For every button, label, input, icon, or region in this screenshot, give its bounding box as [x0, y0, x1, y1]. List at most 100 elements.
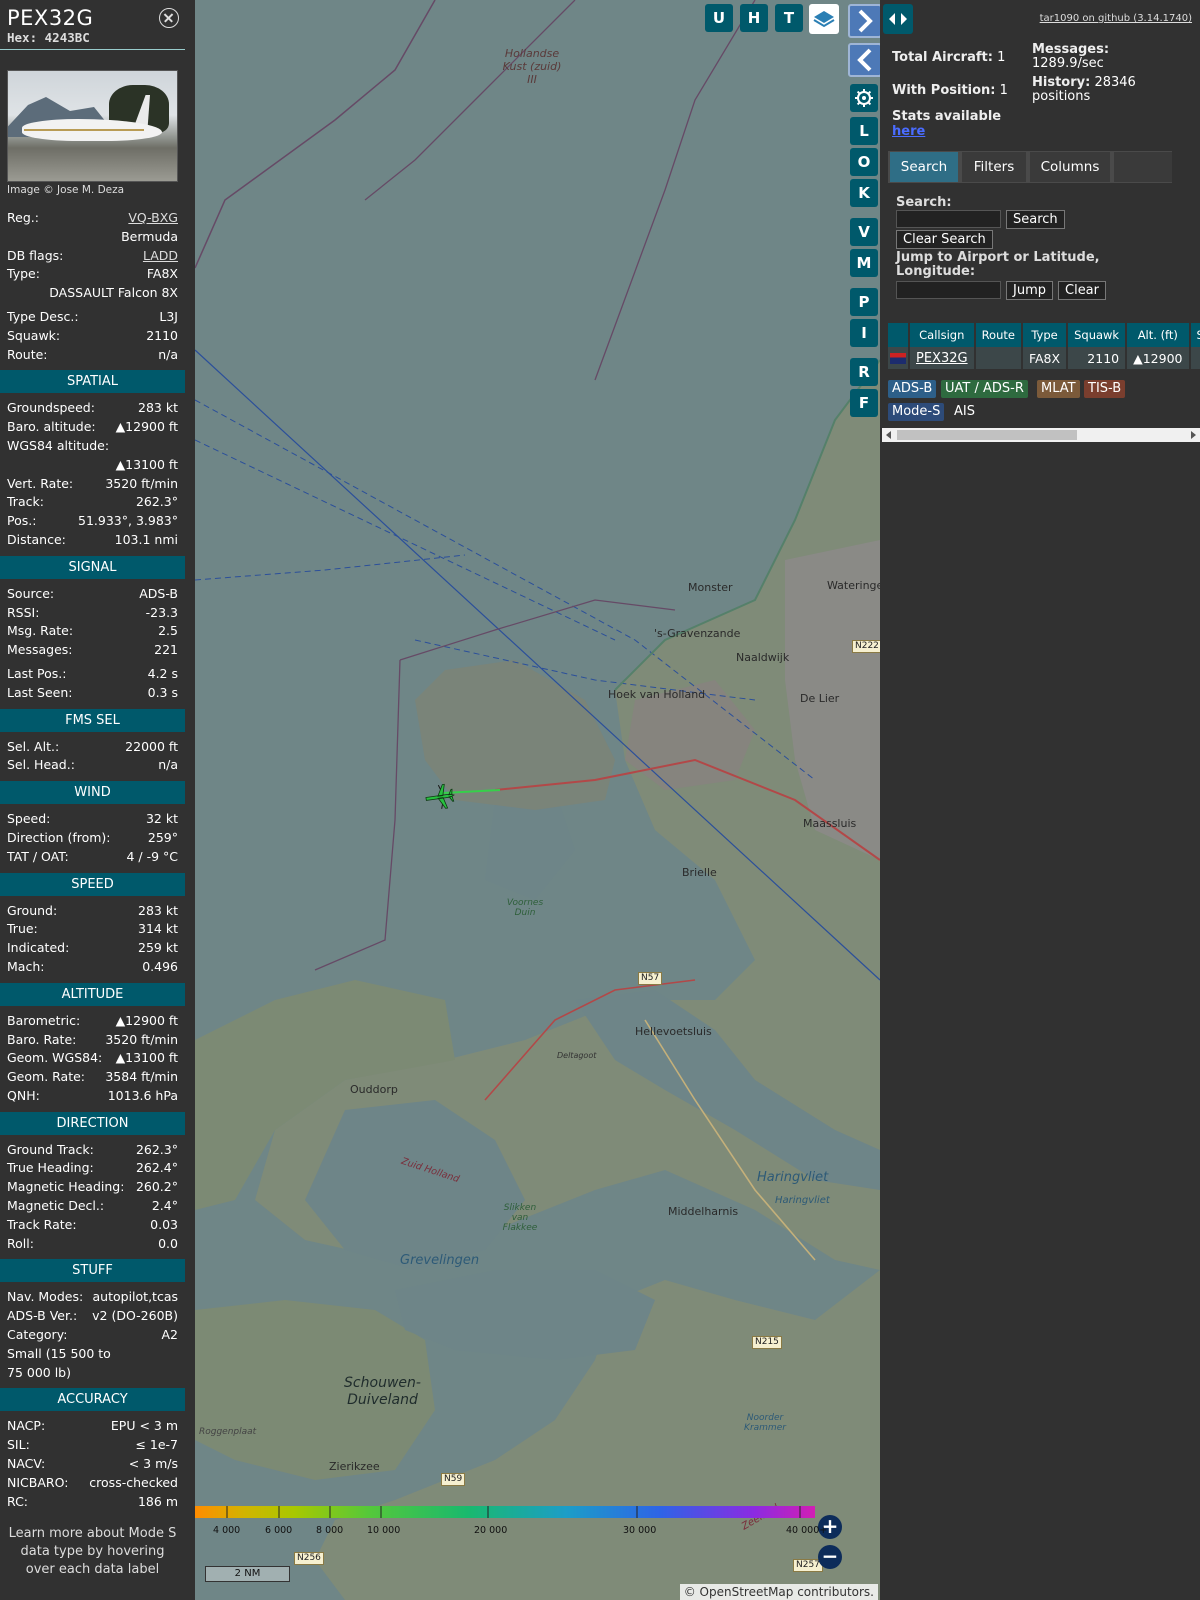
info-label[interactable]: Pos.:	[7, 512, 36, 531]
info-label[interactable]: Distance:	[7, 531, 66, 550]
info-label[interactable]: Speed:	[7, 810, 50, 829]
map-button-p[interactable]: P	[850, 288, 878, 316]
map-button-i[interactable]: I	[850, 319, 878, 347]
info-label[interactable]: Indicated:	[7, 939, 69, 958]
info-label[interactable]: Category:	[7, 1326, 67, 1345]
column-header-altitude[interactable]: Alt. (ft)	[1126, 323, 1191, 347]
aircraft-photo[interactable]	[7, 70, 178, 182]
info-label[interactable]: Nav. Modes:	[7, 1288, 83, 1307]
info-value: 22000 ft	[125, 738, 178, 754]
search-button[interactable]: Search	[1006, 210, 1065, 229]
table-horizontal-scrollbar[interactable]	[882, 428, 1200, 442]
info-label[interactable]: RSSI:	[7, 604, 39, 623]
info-label[interactable]: SIL:	[7, 1436, 30, 1455]
info-label[interactable]: True Heading:	[7, 1159, 94, 1178]
column-header-callsign[interactable]: Callsign	[909, 323, 976, 347]
tab-columns[interactable]: Columns	[1030, 152, 1110, 182]
map-button-v[interactable]: V	[850, 218, 878, 246]
map-button-h[interactable]: H	[740, 4, 768, 32]
info-label[interactable]: Barometric:	[7, 1012, 80, 1031]
info-label[interactable]: Track Rate:	[7, 1216, 77, 1235]
prev-aircraft-button[interactable]	[848, 43, 880, 77]
info-link[interactable]: LADD	[143, 247, 178, 266]
info-label[interactable]: 75 000 lb)	[7, 1364, 71, 1383]
info-label[interactable]: Direction (from):	[7, 829, 111, 848]
altitude-legend-label: 40 000+	[786, 1525, 828, 1536]
next-aircraft-button[interactable]	[848, 4, 880, 38]
info-label[interactable]: WGS84 altitude:	[7, 437, 109, 456]
info-label[interactable]: Geom. Rate:	[7, 1068, 85, 1087]
info-label[interactable]: Last Pos.:	[7, 665, 66, 684]
info-label[interactable]: Msg. Rate:	[7, 622, 73, 641]
close-icon[interactable]	[159, 8, 179, 28]
tab-filters[interactable]: Filters	[962, 152, 1026, 182]
info-label[interactable]: Route:	[7, 346, 48, 365]
info-label[interactable]: Type Desc.:	[7, 308, 79, 327]
tab-search[interactable]: Search	[890, 152, 958, 182]
zoom-out-button[interactable]: −	[818, 1545, 842, 1569]
info-label[interactable]: Source:	[7, 585, 54, 604]
info-label[interactable]: Sel. Alt.:	[7, 738, 59, 757]
cell-squawk: 2110	[1067, 347, 1128, 369]
info-row: QNH: 1013.6 hPa	[7, 1087, 178, 1106]
info-label[interactable]: Last Seen:	[7, 684, 72, 703]
map-canvas[interactable]: Hollandse Kust (zuid) III Monster Wateri…	[195, 0, 880, 1600]
info-label[interactable]: Magnetic Heading:	[7, 1178, 124, 1197]
info-label[interactable]: ADS-B Ver.:	[7, 1307, 77, 1326]
info-label[interactable]: RC:	[7, 1493, 28, 1512]
info-label[interactable]: Small (15 500 to	[7, 1345, 111, 1364]
info-label[interactable]: Geom. WGS84:	[7, 1049, 102, 1068]
info-label[interactable]: Ground Track:	[7, 1141, 94, 1160]
map-button-m[interactable]: M	[850, 249, 878, 277]
info-label[interactable]: Baro. altitude:	[7, 418, 96, 437]
info-label[interactable]: Roll:	[7, 1235, 34, 1254]
info-label[interactable]: QNH:	[7, 1087, 40, 1106]
info-label[interactable]: Squawk:	[7, 327, 60, 346]
total-aircraft-value: 1	[997, 50, 1006, 65]
place-label: Naaldwijk	[736, 651, 790, 664]
info-label[interactable]: NACV:	[7, 1455, 45, 1474]
jump-input[interactable]	[896, 281, 1001, 299]
clear-button[interactable]: Clear	[1058, 281, 1106, 300]
info-label[interactable]: Baro. Rate:	[7, 1031, 76, 1050]
info-label[interactable]: Track:	[7, 493, 44, 512]
info-label[interactable]: NICBARO:	[7, 1474, 68, 1493]
column-header-squawk[interactable]: Squawk	[1067, 323, 1128, 347]
info-link[interactable]: VQ-BXG	[128, 209, 178, 228]
layers-icon[interactable]	[809, 4, 839, 34]
settings-button[interactable]	[850, 84, 878, 112]
map-button-u[interactable]: U	[705, 4, 733, 32]
info-label[interactable]: NACP:	[7, 1417, 45, 1436]
map-button-o[interactable]: O	[850, 148, 878, 176]
info-label[interactable]: Ground:	[7, 902, 57, 921]
column-header-route[interactable]: Route	[974, 323, 1023, 347]
column-header-speed[interactable]: Spd	[1189, 323, 1200, 347]
info-row: RSSI: -23.3	[7, 604, 178, 623]
info-value: ▲13100 ft	[115, 1050, 178, 1066]
info-label[interactable]: True:	[7, 920, 38, 939]
map-button-l[interactable]: L	[850, 117, 878, 145]
info-label[interactable]: Type:	[7, 265, 40, 284]
info-label[interactable]: Sel. Head.:	[7, 756, 75, 775]
search-input[interactable]	[896, 210, 1001, 228]
stats-link[interactable]: here	[892, 124, 925, 139]
info-label[interactable]: Mach:	[7, 958, 44, 977]
clear-search-button[interactable]: Clear Search	[896, 230, 993, 249]
map-button-f[interactable]: F	[850, 389, 878, 417]
info-label[interactable]: TAT / OAT:	[7, 848, 69, 867]
map-button-t[interactable]: T	[775, 4, 803, 32]
map-button-r[interactable]: R	[850, 358, 878, 386]
info-label[interactable]: Vert. Rate:	[7, 475, 73, 494]
jump-button[interactable]: Jump	[1006, 281, 1053, 300]
column-header-type[interactable]: Type	[1021, 323, 1069, 347]
info-label[interactable]: Reg.:	[7, 209, 39, 228]
table-row[interactable]: PEX32G FA8X 2110 ▲12900	[888, 347, 1200, 369]
info-label[interactable]: Groundspeed:	[7, 399, 95, 418]
info-label[interactable]: Messages:	[7, 641, 73, 660]
info-label[interactable]: DB flags:	[7, 247, 63, 266]
cell-callsign[interactable]: PEX32G	[909, 347, 976, 369]
expand-sidebar-button[interactable]	[883, 4, 913, 34]
github-link[interactable]: tar1090 on github (3.14.1740)	[1040, 13, 1192, 24]
map-button-k[interactable]: K	[850, 179, 878, 207]
info-label[interactable]: Magnetic Decl.:	[7, 1197, 104, 1216]
